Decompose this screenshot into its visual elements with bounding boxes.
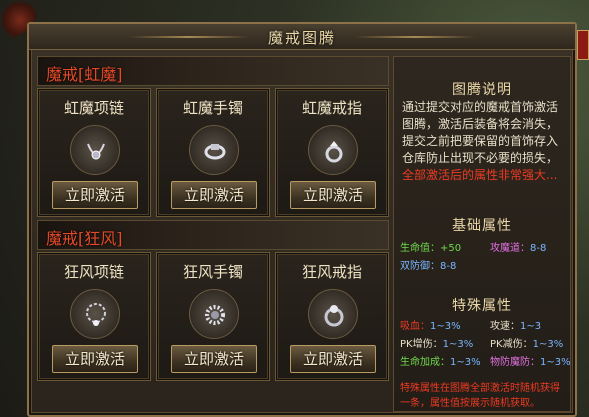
activate-button[interactable]: 立即激活 — [171, 181, 257, 209]
necklace-icon — [87, 143, 105, 160]
info-description: 通过提交对应的魔戒首饰激活图腾，激活后装备将会消失，提交之前把要保留的首饰存入仓… — [402, 99, 566, 184]
totem-sets-panel: 魔戒[虹魔] 虹魔项链 立即激活 虹魔手镯 立即激活 虹魔戒指 立即激活 魔戒[… — [37, 56, 389, 412]
section-title: 魔戒[狂风] — [46, 229, 123, 248]
info-footnote: 特殊属性在图腾全部激活时随机获得一条，属性值按展示随机获取。 — [400, 383, 560, 409]
totem-info-panel: 图腾说明 通过提交对应的魔戒首饰激活图腾，激活后装备将会消失，提交之前把要保留的… — [393, 56, 571, 412]
section-header-kuangfeng: 魔戒[狂风] — [37, 220, 389, 250]
ring-icon — [325, 141, 343, 163]
stat-defense-bonus: 物防魔防：1~3% — [490, 357, 571, 368]
item-name: 虹魔项链 — [63, 99, 124, 117]
stat-defense: 双防御：8-8 — [400, 261, 457, 272]
item-name: 虹魔戒指 — [301, 99, 362, 117]
item-card-hongmo-necklace: 虹魔项链 立即激活 — [37, 88, 151, 217]
stat-attack-speed: 攻速：1~3 — [490, 321, 542, 332]
item-slot[interactable] — [70, 289, 120, 339]
activate-button[interactable]: 立即激活 — [52, 345, 138, 373]
activate-button[interactable]: 立即激活 — [290, 345, 376, 373]
ring-icon — [324, 305, 344, 327]
bracelet-icon — [204, 144, 226, 160]
stat-pk-damage: PK增伤：1~3% — [400, 339, 474, 350]
item-name: 狂风手镯 — [182, 263, 243, 281]
item-name: 狂风戒指 — [301, 263, 362, 281]
item-name: 虹魔手镯 — [182, 99, 243, 117]
necklace-icon — [86, 303, 106, 326]
stat-hp: 生命值：+50 — [400, 243, 462, 254]
item-slot[interactable] — [308, 125, 358, 175]
game-scene: 魔戒图腾 魔戒[虹魔] 虹魔项链 立即激活 虹魔手镯 立即激活 虹魔戒指 立即激… — [0, 0, 589, 417]
info-description-highlight: 全部激活后的属性非常强大... — [402, 168, 558, 182]
info-heading: 图腾说明 — [452, 82, 512, 98]
section-header-hongmo: 魔戒[虹魔] — [37, 56, 389, 86]
item-slot[interactable] — [189, 289, 239, 339]
item-card-kuangfeng-bracelet: 狂风手镯 立即激活 — [156, 252, 270, 381]
info-description-text: 通过提交对应的魔戒首饰激活图腾，激活后装备将会消失，提交之前把要保留的首饰存入仓… — [402, 100, 559, 165]
window-title: 魔戒图腾 — [267, 29, 336, 47]
item-slot[interactable] — [308, 289, 358, 339]
side-tab[interactable] — [577, 30, 589, 60]
item-card-hongmo-bracelet: 虹魔手镯 立即激活 — [156, 88, 270, 217]
base-stats-heading: 基础属性 — [452, 218, 512, 234]
stat-pk-reduction: PK减伤：1~3% — [490, 339, 564, 350]
item-card-kuangfeng-ring: 狂风戒指 立即激活 — [275, 252, 389, 381]
item-card-kuangfeng-necklace: 狂风项链 立即激活 — [37, 252, 151, 381]
special-stats-heading: 特殊属性 — [452, 298, 512, 314]
item-slot[interactable] — [189, 125, 239, 175]
title-bar[interactable]: 魔戒图腾 — [29, 24, 575, 50]
activate-button[interactable]: 立即激活 — [171, 345, 257, 373]
item-slot[interactable] — [70, 125, 120, 175]
stat-attack: 攻魔道：8-8 — [490, 243, 547, 254]
item-name: 狂风项链 — [63, 263, 124, 281]
bracelet-icon — [205, 305, 225, 325]
activate-button[interactable]: 立即激活 — [52, 181, 138, 209]
item-card-hongmo-ring: 虹魔戒指 立即激活 — [275, 88, 389, 217]
stat-hp-bonus: 生命加成：1~3% — [400, 357, 481, 368]
totem-window: 魔戒图腾 魔戒[虹魔] 虹魔项链 立即激活 虹魔手镯 立即激活 虹魔戒指 立即激… — [27, 22, 577, 417]
section-title: 魔戒[虹魔] — [46, 65, 123, 84]
activate-button[interactable]: 立即激活 — [290, 181, 376, 209]
stat-lifesteal: 吸血：1~3% — [400, 321, 461, 332]
